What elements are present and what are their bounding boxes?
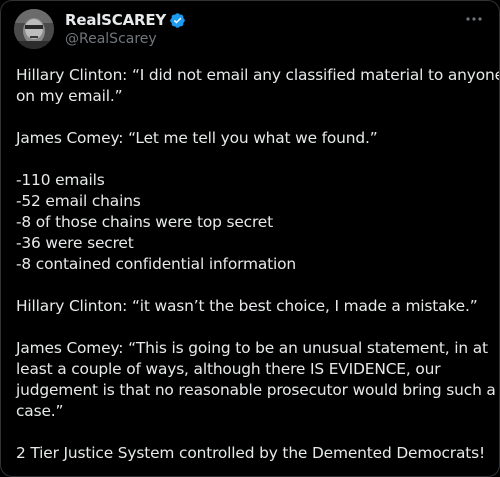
tweet-card: RealSCAREY @RealScarey Hillary Clinton: … bbox=[0, 0, 500, 477]
tweet-line-break bbox=[16, 275, 486, 296]
tweet-line: judgement is that no reasonable prosecut… bbox=[16, 381, 496, 399]
tweet-line-break bbox=[16, 149, 486, 170]
tweet-line: Hillary Clinton: “I did not email any cl… bbox=[16, 66, 500, 84]
tweet-line: -8 contained confidential information bbox=[16, 255, 297, 273]
tweet-line-break bbox=[16, 107, 486, 128]
tweet-line: -110 emails bbox=[16, 171, 105, 189]
tweet-header: RealSCAREY @RealScarey bbox=[1, 1, 499, 61]
tweet-line: on my email.” bbox=[16, 87, 123, 105]
tweet-line-break bbox=[16, 317, 486, 338]
display-name[interactable]: RealSCAREY bbox=[65, 11, 166, 29]
tweet-text: Hillary Clinton: “I did not email any cl… bbox=[16, 65, 500, 464]
tweet-line: least a couple of ways, although there I… bbox=[16, 360, 441, 378]
tweet-line: 2 Tier Justice System controlled by the … bbox=[16, 444, 486, 462]
tweet-line: James Comey: “This is going to be an unu… bbox=[16, 339, 488, 357]
author-handle[interactable]: @RealScarey bbox=[65, 31, 157, 47]
tweet-line: -36 were secret bbox=[16, 234, 134, 252]
author-name-row: RealSCAREY bbox=[65, 10, 186, 30]
tweet-line: Hillary Clinton: “it wasn’t the best cho… bbox=[16, 297, 478, 315]
tweet-line: case.” bbox=[16, 402, 64, 420]
tweet-line-break bbox=[16, 422, 486, 443]
avatar[interactable] bbox=[14, 9, 54, 49]
tweet-line: -8 of those chains were top secret bbox=[16, 213, 273, 231]
tweet-line: -52 email chains bbox=[16, 192, 141, 210]
verified-badge-icon bbox=[169, 12, 186, 29]
tweet-line: James Comey: “Let me tell you what we fo… bbox=[16, 129, 378, 147]
more-horizontal-icon[interactable] bbox=[463, 9, 485, 29]
